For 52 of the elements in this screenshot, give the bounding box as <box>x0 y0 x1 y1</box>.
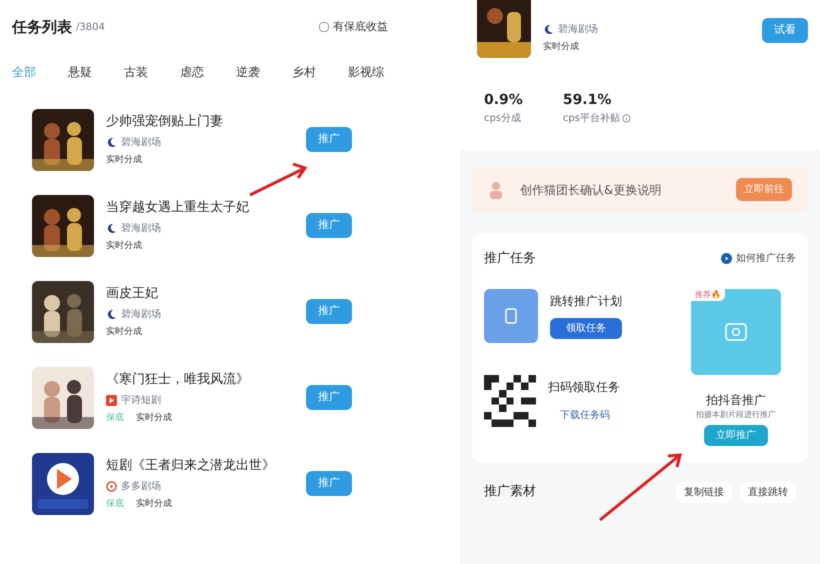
source-name: 碧海剧场 <box>121 308 161 322</box>
play-icon <box>721 253 732 264</box>
claim-button[interactable]: 领取任务 <box>550 318 622 339</box>
stat-label: cps平台补贴 <box>562 112 620 126</box>
category-tab[interactable]: 乡村 <box>292 62 316 80</box>
plan-title: 跳转推广计划 <box>550 293 622 310</box>
section-title: 推广任务 <box>484 250 536 268</box>
drama-title: 少帅强宠倒贴上门妻 <box>106 112 224 130</box>
notice-text: 创作猫团长确认&更换说明 <box>520 182 662 198</box>
tag-label: 实时分成 <box>106 240 142 253</box>
tag-label: 保底 <box>106 412 124 425</box>
category-tab[interactable]: 悬疑 <box>68 62 92 80</box>
source-name: 碧海剧场 <box>558 23 598 37</box>
drama-title: 画皮王妃 <box>106 284 159 302</box>
task-count: /3804 <box>76 20 105 35</box>
qr-title: 扫码领取任务 <box>548 379 620 396</box>
source-name: 宇诗短剧 <box>121 394 161 408</box>
douyin-subtitle: 拍摄本剧片段进行推广 <box>696 408 776 420</box>
category-tab[interactable]: 古装 <box>124 62 148 80</box>
tag-label: 实时分成 <box>106 154 142 167</box>
qr-code-icon <box>484 374 536 426</box>
recommend-badge: 推荐🔥 <box>691 288 725 300</box>
source-name: 碧海剧场 <box>121 136 161 150</box>
section-title: 推广素材 <box>484 483 536 502</box>
tag-label: 实时分成 <box>136 412 172 425</box>
arrow-annotation <box>248 162 308 196</box>
drama-title: 当穿越女遇上重生太子妃 <box>106 198 250 216</box>
category-tab[interactable]: 虐恋 <box>180 62 204 80</box>
guarantee-checkbox[interactable]: 有保底收益 <box>319 19 388 36</box>
source-name: 碧海剧场 <box>121 222 161 236</box>
stat-label: cps分成 <box>484 112 522 126</box>
category-tab[interactable]: 影视综 <box>348 62 384 80</box>
camera-icon <box>725 322 747 340</box>
howto-link[interactable]: 如何推广任务 <box>721 251 796 266</box>
stat-value: 59.1% <box>562 91 612 110</box>
stat-value: 0.9% <box>484 91 523 110</box>
person-icon <box>488 180 504 200</box>
tag-label: 实时分成 <box>106 326 142 339</box>
phone-icon <box>505 308 517 324</box>
download-link[interactable]: 下载任务码 <box>548 408 620 423</box>
material-button[interactable]: 直接跳转 <box>740 482 796 502</box>
tag-label: 实时分成 <box>136 498 172 511</box>
material-button[interactable]: 复制链接 <box>676 482 732 502</box>
category-tab[interactable]: 逆袭 <box>236 62 260 80</box>
source-name: 多多剧场 <box>121 480 161 494</box>
drama-title: 短剧《王者归来之潜龙出世》 <box>106 456 276 474</box>
drama-title: 《寒门狂士，唯我风流》 <box>106 370 250 388</box>
list-title: 任务列表 <box>12 17 72 38</box>
moon-icon <box>543 24 554 35</box>
douyin-title: 拍抖音推广 <box>706 392 766 408</box>
tag-label: 保底 <box>106 498 124 511</box>
tag-label: 实时分成 <box>543 41 580 54</box>
